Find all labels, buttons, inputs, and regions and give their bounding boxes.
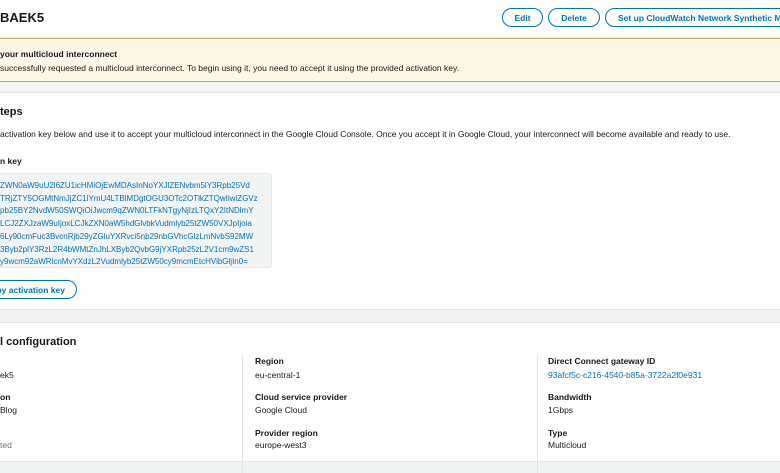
key-line: 3Byb2plY3RzL2R4bWMtZnJhLXByb2QvbG9jYXRpb… bbox=[0, 244, 254, 254]
page-header: BAEK5 Edit Delete Set up CloudWatch Netw… bbox=[0, 0, 780, 36]
key-line: TRjZTY5OGMtNmJjZC1lYmU4LTBlMDgtOGU3OTc2O… bbox=[0, 193, 258, 203]
description-value: Blog bbox=[0, 405, 18, 415]
next-steps-panel: teps activation key below and use it to … bbox=[0, 92, 780, 310]
next-steps-description: activation key below and use it to accep… bbox=[0, 129, 731, 139]
state-value: ted bbox=[0, 440, 12, 450]
cloud-provider-value: Google Cloud bbox=[255, 405, 307, 415]
page-title: BAEK5 bbox=[0, 10, 45, 25]
delete-button[interactable]: Delete bbox=[548, 8, 600, 27]
key-line: 6Ly90cmFuc3BvcnRjb29yZGluYXRvci5nb29nbGV… bbox=[0, 231, 254, 241]
next-steps-title: teps bbox=[0, 106, 23, 118]
banner-message: successfully requested a multicloud inte… bbox=[0, 63, 459, 73]
banner-title: your multicloud interconnect bbox=[0, 49, 118, 59]
configuration-title: l configuration bbox=[0, 336, 77, 348]
setup-cloudwatch-button[interactable]: Set up CloudWatch Network Synthetic Mo bbox=[605, 8, 780, 27]
name-value: ek5 bbox=[0, 370, 14, 380]
cloud-provider-label: Cloud service provider bbox=[255, 392, 348, 402]
bandwidth-value: 1Gbps bbox=[548, 405, 574, 415]
type-value: Multicloud bbox=[548, 440, 587, 450]
region-value: eu-central-1 bbox=[255, 370, 301, 380]
bandwidth-label: Bandwidth bbox=[548, 392, 592, 402]
activation-key-label: n key bbox=[0, 156, 22, 166]
configuration-panel: l configuration ek5 on Blog ted Region e… bbox=[0, 322, 780, 473]
gateway-id-label: Direct Connect gateway ID bbox=[548, 356, 656, 366]
column-divider bbox=[242, 355, 243, 473]
info-banner: your multicloud interconnect successfull… bbox=[0, 38, 780, 82]
region-label: Region bbox=[255, 356, 284, 366]
edit-button[interactable]: Edit bbox=[502, 8, 543, 27]
key-line: y9wcm92aWRlcnMvYXdzL2Vudmlyb25tZW50cy9mc… bbox=[0, 257, 248, 267]
provider-region-value: europe-west3 bbox=[255, 440, 307, 450]
activation-key-box: ZWN0aW9uU2l6ZU1icHMiOjEwMDAsInNoYXJlZENv… bbox=[0, 173, 272, 268]
copy-activation-key-button[interactable]: py activation key bbox=[0, 280, 77, 299]
column-divider bbox=[537, 355, 538, 473]
key-line: pb25BY2NvdW50SWQiOiJwcm9qZWN0LTFkNTgyNjI… bbox=[0, 206, 254, 216]
description-label: on bbox=[0, 392, 11, 402]
type-label: Type bbox=[548, 428, 568, 438]
provider-region-label: Provider region bbox=[255, 428, 318, 438]
gateway-id-link[interactable]: 93afcf5c-c216-4540-b85a-3722a2f0e931 bbox=[548, 370, 702, 380]
key-line: ZWN0aW9uU2l6ZU1icHMiOjEwMDAsInNoYXJlZENv… bbox=[0, 181, 250, 190]
key-line: LCJ2ZXJzaW9uIjoxLCJkZXN0aW5hdGlvbkVudmly… bbox=[0, 219, 252, 229]
